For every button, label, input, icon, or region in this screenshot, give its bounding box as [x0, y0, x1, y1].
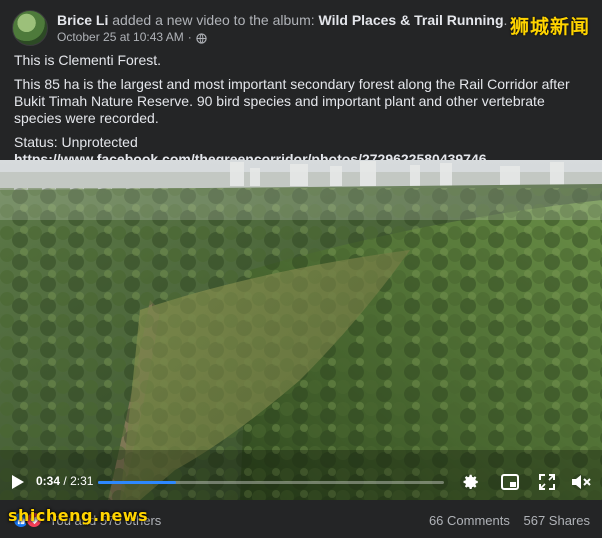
video-time: 0:34 / 2:31 [36, 474, 93, 488]
picture-in-picture-icon[interactable] [500, 472, 520, 492]
avatar[interactable] [12, 10, 48, 46]
video-progress-bar[interactable] [98, 481, 444, 484]
status-label: Status: Unprotected [14, 134, 138, 150]
video-progress-fill [98, 481, 176, 484]
current-time: 0:34 [36, 474, 61, 488]
action-text: added a new video to the album: [112, 12, 315, 28]
meta-separator: · [187, 30, 192, 44]
comments-count[interactable]: 66 Comments [429, 513, 510, 528]
album-suffix: . [503, 12, 508, 28]
post-header: Brice Li added a new video to the album:… [12, 8, 507, 48]
globe-icon [196, 32, 207, 44]
album-link[interactable]: Wild Places & Trail Running [319, 12, 504, 28]
settings-icon[interactable] [461, 472, 481, 492]
video-frame [0, 160, 602, 500]
time-separator: / [63, 474, 67, 488]
video-duration: 2:31 [70, 474, 94, 488]
play-icon[interactable] [10, 473, 26, 491]
post-paragraph-2: This 85 ha is the largest and most impor… [14, 76, 570, 126]
post-timestamp[interactable]: October 25 at 10:43 AM [57, 29, 184, 45]
mute-icon[interactable] [570, 472, 592, 492]
post-title-line: Brice Li added a new video to the album:… [57, 11, 507, 29]
author-name[interactable]: Brice Li [57, 12, 108, 28]
post-stats: 66 Comments 567 Shares [429, 513, 590, 528]
watermark-logo-bottom: shicheng.news [8, 506, 149, 525]
post-header-text: Brice Li added a new video to the album:… [57, 11, 507, 45]
facebook-post: Brice Li added a new video to the album:… [0, 0, 602, 538]
fullscreen-icon[interactable] [537, 472, 557, 492]
post-meta-line: October 25 at 10:43 AM · [57, 29, 507, 45]
post-paragraph-1: This is Clementi Forest. [14, 52, 162, 68]
watermark-logo-top: 狮城新闻 [509, 16, 590, 38]
video-player[interactable] [0, 160, 602, 500]
shares-count[interactable]: 567 Shares [524, 513, 591, 528]
